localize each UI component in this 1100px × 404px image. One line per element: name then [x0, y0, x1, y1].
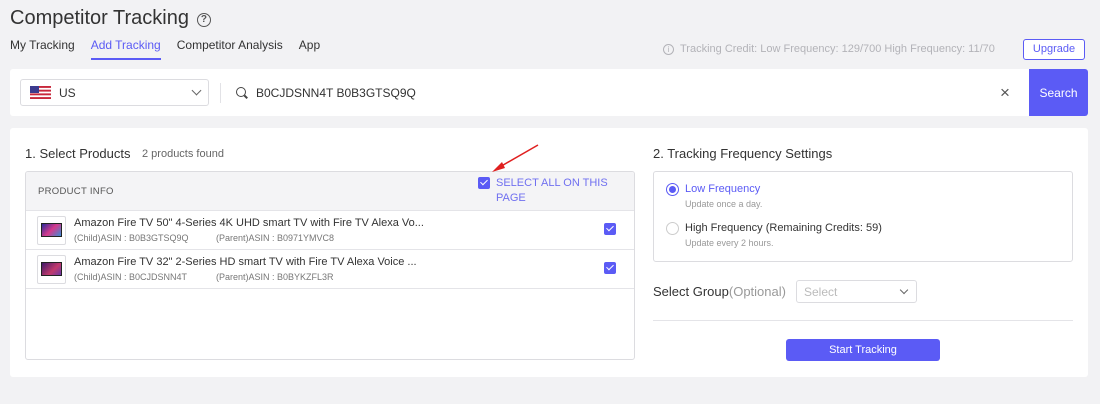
- optional-text: (Optional): [728, 284, 786, 299]
- frequency-options: Low Frequency Update once a day. High Fr…: [653, 171, 1073, 262]
- product-checkbox[interactable]: [604, 223, 616, 235]
- country-select[interactable]: US: [20, 79, 209, 106]
- product-thumbnail: [37, 216, 66, 245]
- high-frequency-radio[interactable]: [666, 222, 679, 235]
- search-icon: [236, 87, 246, 97]
- title-row: Competitor Tracking ?: [10, 7, 211, 30]
- low-frequency-radio[interactable]: [666, 183, 679, 196]
- tv-image: [41, 262, 62, 276]
- table-row: Amazon Fire TV 50" 4-Series 4K UHD smart…: [26, 211, 634, 250]
- select-products-title: 1. Select Products: [25, 146, 131, 161]
- tab-competitor-analysis[interactable]: Competitor Analysis: [177, 38, 283, 60]
- us-flag-icon: [30, 86, 51, 99]
- select-group-text: Select Group: [653, 284, 729, 299]
- tracking-credit-text: Tracking Credit: Low Frequency: 129/700 …: [680, 43, 995, 55]
- select-all-checkbox[interactable]: [478, 177, 490, 189]
- product-info-header: PRODUCT INFO: [38, 186, 114, 197]
- group-select-placeholder: Select: [804, 285, 838, 299]
- table-header: PRODUCT INFO SELECT ALL ON THIS PAGE: [26, 172, 634, 211]
- child-asin: (Child)ASIN : B0CJDSNN4T: [74, 272, 188, 282]
- main-panel: 1. Select Products 2 products found PROD…: [10, 128, 1088, 377]
- tab-add-tracking[interactable]: Add Tracking: [90, 38, 161, 60]
- divider: [220, 83, 221, 103]
- table-row: Amazon Fire TV 32" 2-Series HD smart TV …: [26, 250, 634, 289]
- divider: [653, 320, 1073, 321]
- parent-asin: (Parent)ASIN : B0BYKZFL3R: [216, 272, 334, 282]
- close-icon[interactable]: ×: [1000, 84, 1010, 101]
- select-group-label: Select Group(Optional): [653, 284, 786, 299]
- products-found-count: 2 products found: [142, 148, 224, 160]
- high-frequency-desc: Update every 2 hours.: [685, 238, 774, 248]
- low-frequency-label[interactable]: Low Frequency: [685, 183, 760, 195]
- select-all-label[interactable]: SELECT ALL ON THIS PAGE: [496, 176, 626, 206]
- country-value: US: [59, 85, 76, 100]
- tracking-credit: i Tracking Credit: Low Frequency: 129/70…: [663, 43, 995, 55]
- tv-image: [41, 223, 62, 237]
- upgrade-button[interactable]: Upgrade: [1023, 39, 1085, 60]
- page-title: Competitor Tracking: [10, 7, 189, 29]
- tab-my-tracking[interactable]: My Tracking: [10, 38, 75, 60]
- group-select[interactable]: Select: [796, 280, 917, 303]
- parent-asin: (Parent)ASIN : B0971YMVC8: [216, 233, 335, 243]
- tab-app[interactable]: App: [299, 38, 320, 60]
- frequency-settings-title: 2. Tracking Frequency Settings: [653, 146, 833, 161]
- tab-bar: My Tracking Add Tracking Competitor Anal…: [10, 38, 320, 60]
- chevron-down-icon: [191, 85, 202, 96]
- help-icon[interactable]: ?: [196, 12, 211, 27]
- low-frequency-desc: Update once a day.: [685, 199, 763, 209]
- start-tracking-button[interactable]: Start Tracking: [786, 339, 940, 361]
- info-icon: i: [663, 43, 674, 55]
- asin-search-input[interactable]: [256, 83, 956, 103]
- product-checkbox[interactable]: [604, 262, 616, 274]
- product-table: PRODUCT INFO SELECT ALL ON THIS PAGE Ama…: [25, 171, 635, 360]
- product-name: Amazon Fire TV 50" 4-Series 4K UHD smart…: [74, 217, 424, 229]
- chevron-down-icon: [899, 285, 909, 295]
- product-thumbnail: [37, 255, 66, 284]
- search-button[interactable]: Search: [1029, 69, 1088, 116]
- search-bar: US × Search: [10, 69, 1088, 116]
- child-asin: (Child)ASIN : B0B3GTSQ9Q: [74, 233, 189, 243]
- product-name: Amazon Fire TV 32" 2-Series HD smart TV …: [74, 256, 417, 268]
- high-frequency-label[interactable]: High Frequency (Remaining Credits: 59): [685, 222, 882, 234]
